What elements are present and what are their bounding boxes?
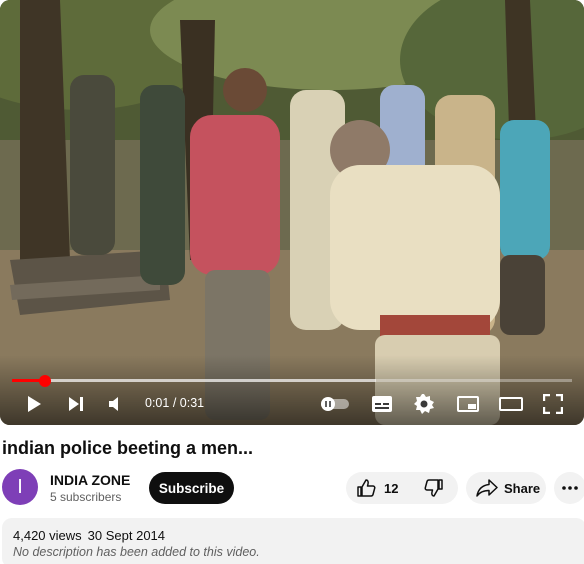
play-button[interactable] xyxy=(18,388,50,420)
avatar-letter: I xyxy=(17,475,23,498)
fullscreen-icon xyxy=(543,394,563,414)
time-display: 0:01 / 0:31 xyxy=(145,396,204,410)
fullscreen-button[interactable] xyxy=(538,388,568,420)
upload-date: 30 Sept 2014 xyxy=(87,528,166,543)
player-controls: 0:01 / 0:31 xyxy=(0,388,584,420)
share-icon xyxy=(476,479,498,497)
subtitles-icon xyxy=(372,396,392,412)
current-time: 0:01 xyxy=(145,396,170,410)
video-stats: 4,420 views 30 Sept 2014 xyxy=(13,528,575,543)
video-title: indian police beeting a men... xyxy=(2,438,254,458)
dislike-button[interactable] xyxy=(410,472,458,504)
autoplay-toggle[interactable] xyxy=(318,388,352,420)
play-icon xyxy=(28,396,41,412)
dislike-icon xyxy=(424,479,443,497)
view-count: 4,420 views xyxy=(13,528,82,543)
miniplayer-icon xyxy=(457,396,479,412)
channel-name[interactable]: INDIA ZONE xyxy=(50,472,130,488)
theater-mode-button[interactable] xyxy=(496,388,526,420)
channel-avatar[interactable]: I xyxy=(2,469,38,505)
subtitles-button[interactable] xyxy=(368,388,396,420)
like-icon xyxy=(357,479,376,497)
description-box[interactable]: 4,420 views 30 Sept 2014 No description h… xyxy=(2,518,584,564)
volume-icon xyxy=(109,397,118,411)
settings-icon xyxy=(414,394,434,414)
next-button[interactable] xyxy=(60,388,92,420)
miniplayer-button[interactable] xyxy=(454,388,482,420)
subscriber-count: 5 subscribers xyxy=(50,490,122,504)
more-actions-button[interactable] xyxy=(554,472,584,504)
time-separator: / xyxy=(169,396,180,410)
subscribe-button[interactable]: Subscribe xyxy=(149,472,234,504)
duration: 0:31 xyxy=(179,396,205,410)
progress-buffered xyxy=(12,379,376,382)
progress-scrubber[interactable] xyxy=(39,375,52,387)
theater-icon xyxy=(499,397,523,411)
volume-button[interactable] xyxy=(102,388,130,420)
more-icon xyxy=(562,486,578,490)
autoplay-toggle-icon xyxy=(321,397,349,411)
like-count: 12 xyxy=(384,480,399,496)
progress-bar[interactable] xyxy=(12,379,572,382)
description-text: No description has been added to this vi… xyxy=(13,545,260,559)
share-label: Share xyxy=(504,480,541,496)
like-button[interactable]: 12 xyxy=(346,472,410,504)
video-player[interactable]: 0:01 / 0:31 xyxy=(0,0,584,425)
next-icon xyxy=(69,397,83,411)
settings-button[interactable] xyxy=(410,388,438,420)
share-button[interactable]: Share xyxy=(466,472,546,504)
